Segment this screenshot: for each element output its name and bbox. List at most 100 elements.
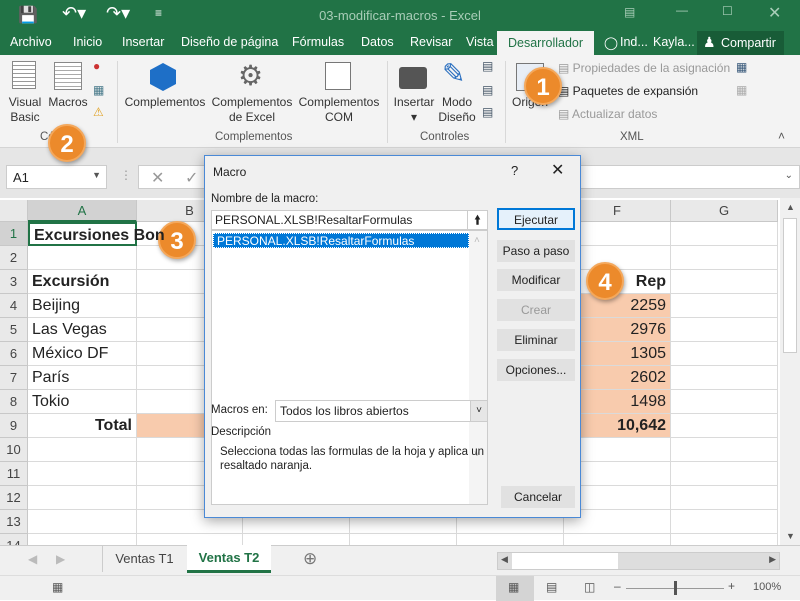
page-break-icon[interactable]: ◫: [584, 580, 595, 594]
opciones-button[interactable]: Opciones...: [497, 359, 575, 381]
scroll-up-icon[interactable]: ˄: [474, 235, 480, 246]
expand-formula-icon[interactable]: ⌄: [785, 170, 793, 181]
design-mode-button[interactable]: Modo Diseño: [436, 95, 478, 125]
normal-view-button[interactable]: ▦: [496, 576, 534, 601]
add-sheet-icon[interactable]: ⊕: [303, 549, 317, 569]
export-icon[interactable]: ▦: [736, 83, 747, 97]
cell-A3[interactable]: Excursión: [28, 270, 137, 294]
cell-G12[interactable]: [671, 486, 778, 510]
cell-A14[interactable]: [28, 534, 137, 545]
tab-formulas[interactable]: Fórmulas: [292, 35, 344, 49]
maximize-icon[interactable]: ☐: [722, 4, 733, 18]
cell-A4[interactable]: Beijing: [28, 294, 137, 318]
vertical-scrollbar[interactable]: ▲ ▼: [780, 198, 800, 545]
cell-B14[interactable]: [137, 534, 243, 545]
macros-button[interactable]: Macros: [46, 95, 90, 110]
macros-in-select[interactable]: Todos los libros abiertos ˅: [275, 400, 488, 422]
tab-vista[interactable]: Vista: [466, 35, 494, 49]
row-header-3[interactable]: 3: [0, 270, 28, 294]
tab-revisar[interactable]: Revisar: [410, 35, 452, 49]
record-macro-icon[interactable]: ●: [93, 59, 100, 73]
cell-A13[interactable]: [28, 510, 137, 534]
cell-G9[interactable]: [671, 414, 778, 438]
row-header-11[interactable]: 11: [0, 462, 28, 486]
cell-G6[interactable]: [671, 342, 778, 366]
complementos-button[interactable]: Complementos: [123, 95, 207, 110]
row-header-8[interactable]: 8: [0, 390, 28, 414]
row-header-12[interactable]: 12: [0, 486, 28, 510]
cell-G3[interactable]: [671, 270, 778, 294]
import-icon[interactable]: ▦: [736, 60, 747, 74]
scroll-up-icon[interactable]: ▲: [786, 202, 795, 212]
insertar-control-button[interactable]: Insertar ▾: [392, 95, 436, 125]
tab-inicio[interactable]: Inicio: [73, 35, 102, 49]
cell-A9[interactable]: Total: [28, 414, 137, 438]
tab-insertar[interactable]: Insertar: [122, 35, 164, 49]
map-properties-button[interactable]: ▤ Propiedades de la asignación: [558, 61, 730, 76]
cell-A8[interactable]: Tokio: [28, 390, 137, 414]
run-dialog-icon[interactable]: ▤: [482, 105, 493, 119]
user-name[interactable]: Kayla...: [653, 35, 695, 49]
cell-A10[interactable]: [28, 438, 137, 462]
row-header-5[interactable]: 5: [0, 318, 28, 342]
scrollbar-thumb[interactable]: [512, 553, 618, 569]
cell-G13[interactable]: [671, 510, 778, 534]
cell-G7[interactable]: [671, 366, 778, 390]
cancelar-button[interactable]: Cancelar: [501, 486, 575, 508]
cell-G4[interactable]: [671, 294, 778, 318]
enter-icon[interactable]: ✓: [185, 168, 198, 188]
cell-G14[interactable]: [671, 534, 778, 545]
cell-A6[interactable]: México DF: [28, 342, 137, 366]
com-addins-button[interactable]: Complementos COM: [297, 95, 381, 125]
cell-G10[interactable]: [671, 438, 778, 462]
tell-me[interactable]: Ind...: [620, 35, 648, 49]
minimize-icon[interactable]: —: [676, 3, 688, 17]
zoom-slider-handle[interactable]: [674, 581, 677, 595]
collapse-ribbon-icon[interactable]: ˄: [778, 129, 785, 143]
share-button[interactable]: ♟ Compartir: [697, 31, 784, 55]
close-icon[interactable]: ✕: [768, 3, 781, 23]
macro-security-icon[interactable]: ⚠: [93, 105, 104, 119]
relative-reference-icon[interactable]: ▦: [93, 83, 104, 97]
cell-E14[interactable]: [457, 534, 564, 545]
row-header-10[interactable]: 10: [0, 438, 28, 462]
select-all-corner[interactable]: [0, 200, 28, 222]
visual-basic-button[interactable]: Visual Basic: [4, 95, 46, 125]
row-header-14[interactable]: 14: [0, 534, 28, 545]
scroll-right-icon[interactable]: ▶: [769, 554, 776, 565]
name-box[interactable]: A1 ▼: [6, 165, 107, 189]
zoom-in-icon[interactable]: +: [728, 579, 735, 593]
expansion-packs-button[interactable]: ▤ Paquetes de expansión: [558, 84, 698, 99]
page-layout-icon[interactable]: ▤: [546, 580, 557, 594]
cell-D14[interactable]: [350, 534, 457, 545]
prev-sheet-icon[interactable]: ◀: [28, 552, 37, 566]
row-header-9[interactable]: 9: [0, 414, 28, 438]
column-header-G[interactable]: G: [671, 200, 778, 222]
sheet-tab-ventas-t2[interactable]: Ventas T2: [187, 545, 271, 573]
paso-a-paso-button[interactable]: Paso a paso: [497, 240, 575, 262]
cell-C14[interactable]: [243, 534, 350, 545]
cell-A5[interactable]: Las Vegas: [28, 318, 137, 342]
cell-G2[interactable]: [671, 246, 778, 270]
row-header-2[interactable]: 2: [0, 246, 28, 270]
view-code-icon[interactable]: ▤: [482, 83, 493, 97]
cell-A12[interactable]: [28, 486, 137, 510]
help-button[interactable]: ?: [511, 163, 518, 178]
scrollbar-thumb[interactable]: [783, 218, 797, 353]
excel-addins-button[interactable]: Complementos de Excel: [210, 95, 294, 125]
refresh-data-button[interactable]: ▤ Actualizar datos: [558, 107, 657, 122]
properties-icon[interactable]: ▤: [482, 59, 493, 73]
eliminar-button[interactable]: Eliminar: [497, 329, 575, 351]
lightbulb-icon[interactable]: ◯: [604, 35, 618, 50]
tab-datos[interactable]: Datos: [361, 35, 394, 49]
cell-G1[interactable]: [671, 222, 778, 246]
cell-G11[interactable]: [671, 462, 778, 486]
row-header-1[interactable]: 1: [0, 222, 28, 246]
tab-desarrollador[interactable]: Desarrollador: [497, 31, 594, 55]
cancel-icon[interactable]: ✕: [151, 168, 164, 188]
cell-F14[interactable]: [564, 534, 671, 545]
column-header-A[interactable]: A: [28, 200, 137, 222]
scroll-down-icon[interactable]: ▼: [786, 531, 795, 541]
row-header-4[interactable]: 4: [0, 294, 28, 318]
next-sheet-icon[interactable]: ▶: [56, 552, 65, 566]
